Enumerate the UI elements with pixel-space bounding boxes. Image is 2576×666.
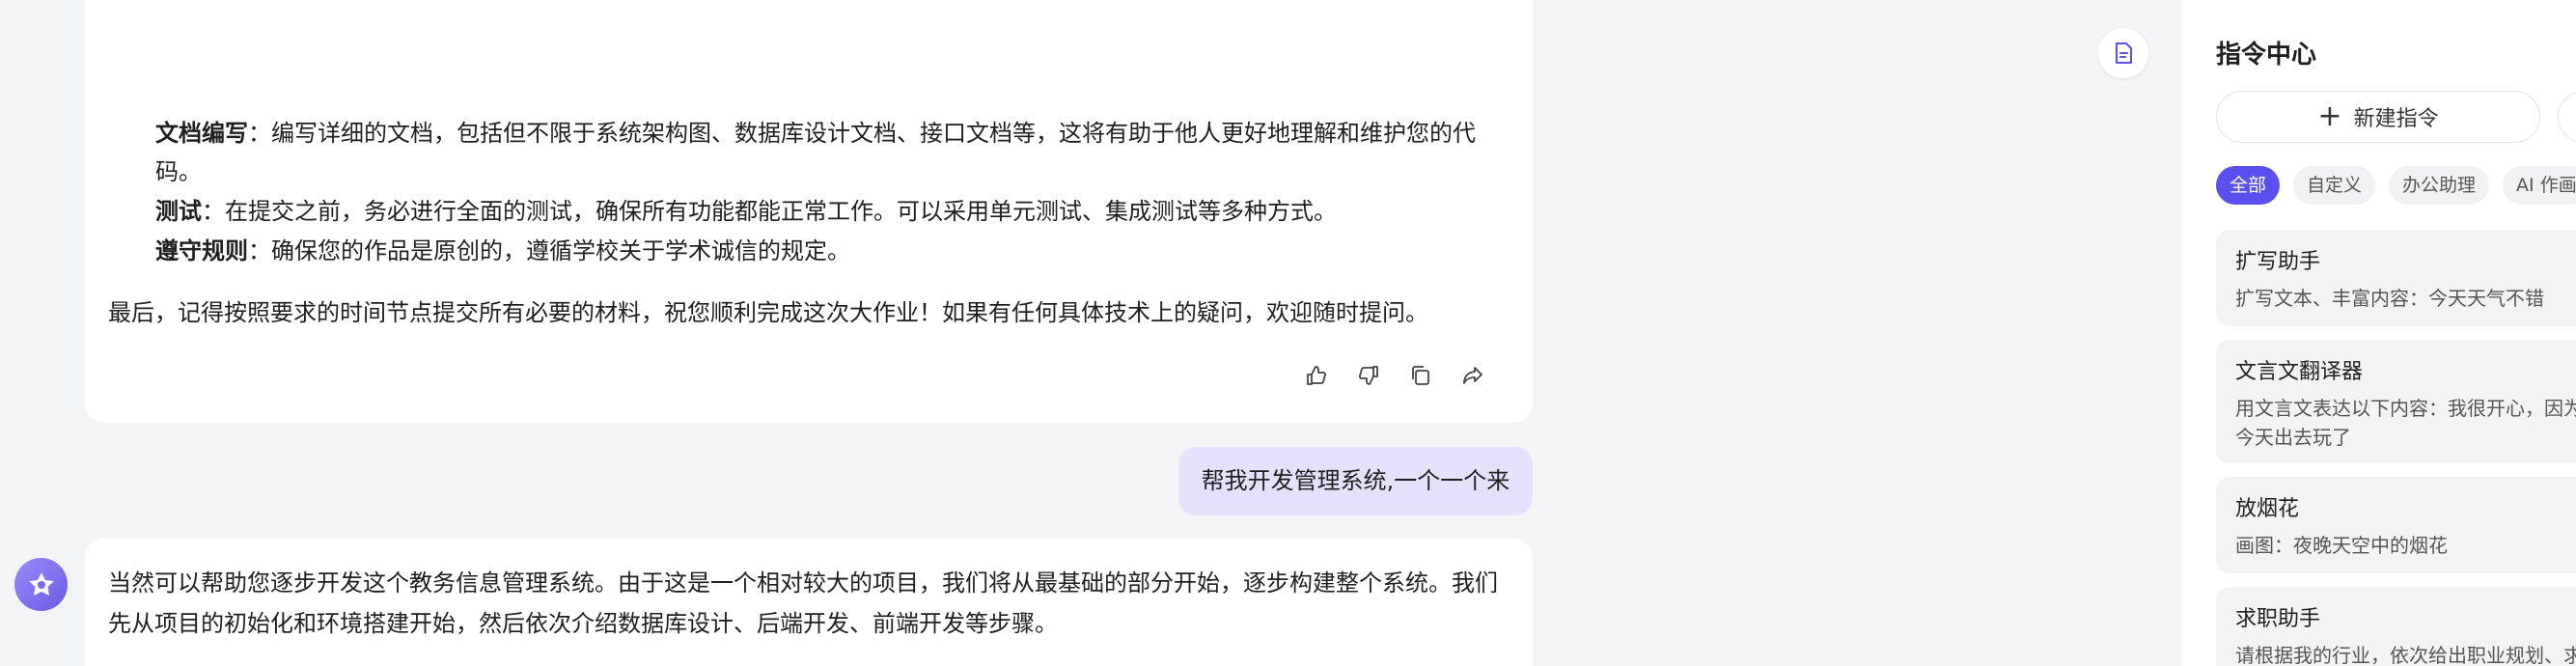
tab-custom[interactable]: 自定义 [2293, 166, 2376, 205]
tab-ai-painting[interactable]: AI 作画 [2503, 166, 2576, 205]
command-card-fireworks[interactable]: 放烟花 画图：夜晚天空中的烟花 [2216, 477, 2576, 573]
message-actions [1301, 360, 1488, 391]
command-card-expand[interactable]: 扩写助手 扩写文本、丰富内容：今天天气不错 [2216, 230, 2576, 326]
command-card-classical[interactable]: 文言文翻译器 用文言文表达以下内容：我很开心，因为 今天出去玩了 [2216, 340, 2576, 463]
command-desc: 扩写文本、丰富内容：今天天气不错 [2235, 287, 2544, 310]
ai-message-card: 当然可以帮助您逐步开发这个教务信息管理系统。由于这是一个相对较大的项目，我们将从… [85, 539, 1533, 666]
thumbs-up-icon [1307, 366, 1326, 385]
list-item-testing: 测试：在提交之前，务必进行全面的测试，确保所有功能都能正常工作。可以采用单元测试… [155, 191, 1337, 232]
command-title: 扩写助手 [2235, 250, 2321, 274]
command-tabs: 全部 自定义 办公助理 AI 作画 [2216, 166, 2576, 205]
command-desc: 用文言文表达以下内容：我很开心，因为 [2235, 397, 2576, 420]
closing-paragraph: 最后，记得按照要求的时间节点提交所有必要的材料，祝您顺利完成这次大作业！如果有任… [108, 299, 1428, 326]
plus-icon: + [2317, 99, 2342, 133]
share-icon [1463, 367, 1482, 384]
command-title: 求职助手 [2235, 607, 2321, 631]
user-message-bubble: 帮我开发管理系统,一个一个来 [1178, 447, 1533, 515]
item-text: ：确保您的作品是原创的，遵循学校关于学术诚信的规定。 [248, 237, 850, 264]
document-icon [2116, 42, 2132, 64]
thumbs-down-icon [1359, 366, 1378, 385]
copy-button[interactable] [1405, 360, 1436, 391]
command-desc: 画图：夜晚天空中的烟花 [2235, 534, 2448, 557]
thumbs-up-button[interactable] [1301, 360, 1332, 391]
panel-title: 指令中心 [2216, 41, 2317, 69]
ai-message-card: 文档编写：编写详细的文档，包括但不限于系统架构图、数据库设计文档、接口文档等，这… [85, 0, 1533, 423]
item-text: ：在提交之前，务必进行全面的测试，确保所有功能都能正常工作。可以采用单元测试、集… [202, 198, 1337, 225]
new-command-label: 新建指令 [2353, 107, 2439, 131]
command-title: 文言文翻译器 [2235, 360, 2364, 384]
message-line: 当然可以帮助您逐步开发这个教务信息管理系统。由于这是一个相对较大的项目，我们将从… [108, 569, 1498, 597]
new-command-button[interactable]: + 新建指令 [2216, 91, 2540, 143]
assistant-logo-icon [28, 571, 54, 596]
command-desc-cont: 今天出去玩了 [2235, 426, 2351, 449]
more-button[interactable] [2558, 91, 2576, 143]
tab-office-assistant[interactable]: 办公助理 [2389, 166, 2490, 205]
item-label: 遵守规则 [155, 237, 248, 264]
list-item-rules: 遵守规则：确保您的作品是原创的，遵循学校关于学术诚信的规定。 [155, 231, 850, 271]
share-button[interactable] [1457, 360, 1488, 391]
item-label: 测试 [155, 198, 202, 225]
command-desc: 请根据我的行业，依次给出职业规划、求 [2235, 644, 2576, 666]
item-text: ：编写详细的文档，包括但不限于系统架构图、数据库设计文档、接口文档等，这将有助于… [248, 120, 1476, 147]
item-label: 文档编写 [155, 120, 248, 147]
document-button[interactable] [2098, 28, 2148, 78]
chat-area: 文档编写：编写详细的文档，包括但不限于系统架构图、数据库设计文档、接口文档等，这… [0, 0, 2181, 666]
copy-icon [1412, 366, 1429, 385]
thumbs-down-button[interactable] [1353, 360, 1384, 391]
list-item-docs-cont: 码。 [155, 158, 202, 185]
command-card-job[interactable]: 求职助手 请根据我的行业，依次给出职业规划、求 [2216, 587, 2576, 666]
command-title: 放烟花 [2235, 497, 2300, 521]
assistant-avatar [14, 558, 68, 611]
command-center-panel: 指令中心 + 新建指令 全部 自定义 办公助理 AI 作画 扩写助手 扩写文本、… [2181, 0, 2576, 666]
list-item-docs: 文档编写：编写详细的文档，包括但不限于系统架构图、数据库设计文档、接口文档等，这… [155, 113, 1476, 153]
message-line: 先从项目的初始化和环境搭建开始，然后依次介绍数据库设计、后端开发、前端开发等步骤… [108, 610, 1058, 637]
tab-all[interactable]: 全部 [2216, 166, 2281, 205]
